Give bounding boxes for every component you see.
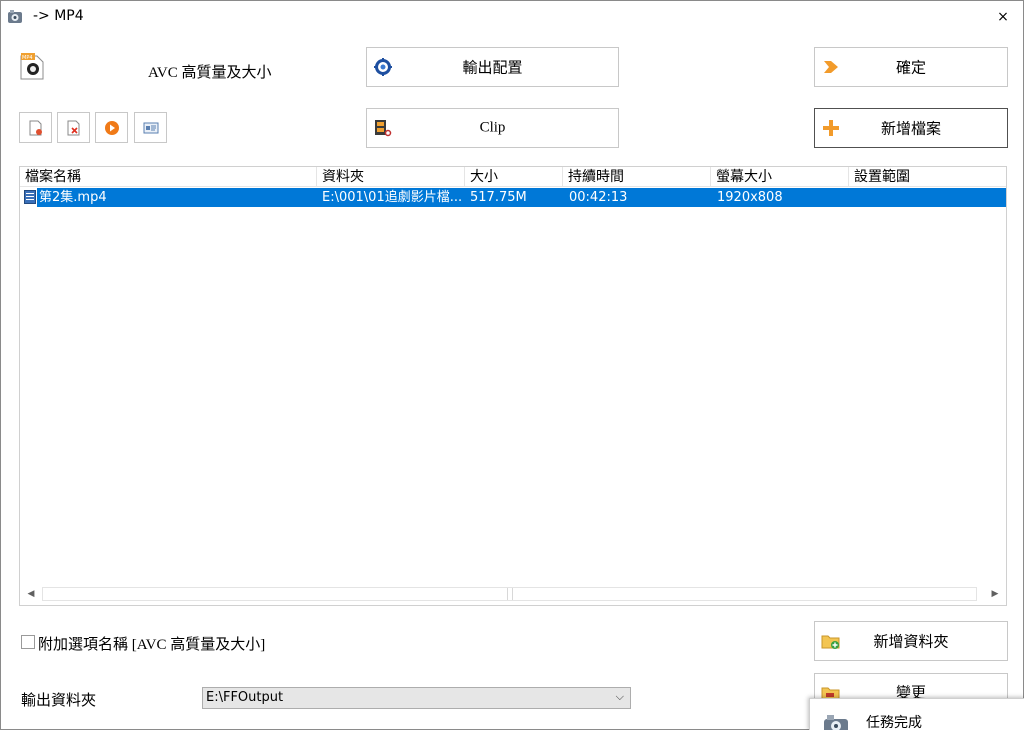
add-item-button[interactable]: [19, 112, 52, 143]
add-file-label: 新增檔案: [880, 121, 941, 138]
play-button[interactable]: [95, 112, 128, 143]
add-folder-label: 新增資料夾: [873, 634, 949, 651]
scroll-right-arrow-icon[interactable]: ▶: [988, 587, 1002, 601]
info-icon: [143, 122, 159, 134]
add-folder-button[interactable]: 新增資料夾: [814, 621, 1008, 661]
play-icon: [105, 121, 119, 135]
remove-item-icon: [67, 120, 80, 136]
title-bar[interactable]: -> MP4 ×: [1, 1, 1023, 33]
column-header-duration[interactable]: 持續時間: [563, 167, 711, 187]
cell-size: 517.75M: [470, 190, 527, 205]
output-folder-label: 輸出資料夾: [21, 693, 97, 709]
column-header-range[interactable]: 設置範圍: [849, 167, 1006, 187]
column-header-name[interactable]: 檔案名稱: [20, 167, 317, 187]
svg-text:MP4: MP4: [22, 55, 33, 61]
task-complete-toast[interactable]: 任務完成: [809, 698, 1024, 730]
add-file-button[interactable]: 新增檔案: [814, 108, 1008, 148]
column-header-resolution[interactable]: 螢幕大小: [711, 167, 849, 187]
column-header-folder[interactable]: 資料夾: [317, 167, 465, 187]
checkbox-box[interactable]: [21, 635, 35, 649]
cell-name: 第2集.mp4: [39, 190, 107, 205]
horizontal-scrollbar[interactable]: ◀ ▶: [20, 583, 1006, 605]
cell-folder: E:\001\01追劇影片檔...: [322, 190, 463, 205]
remove-item-button[interactable]: [57, 112, 90, 143]
output-config-button[interactable]: 輸出配置: [366, 47, 619, 87]
ok-button[interactable]: 確定: [814, 47, 1008, 87]
mp4-file-icon: MP4: [20, 53, 44, 80]
cell-range: [854, 188, 1004, 207]
clip-label: Clip: [479, 119, 506, 136]
file-list[interactable]: 檔案名稱 資料夾 大小 持續時間 螢幕大小 設置範圍 第2集.mp4 E:\00…: [19, 166, 1007, 606]
profile-name: AVC 高質量及大小: [148, 65, 272, 81]
add-item-icon: [29, 120, 42, 136]
output-folder-select[interactable]: E:\FFOutput ⌵: [202, 687, 631, 709]
column-header-size[interactable]: 大小: [465, 167, 563, 187]
info-button[interactable]: [134, 112, 167, 143]
cell-duration: 00:42:13: [569, 190, 628, 205]
table-row[interactable]: 第2集.mp4 E:\001\01追劇影片檔... 517.75M 00:42:…: [37, 188, 1006, 207]
app-icon: [824, 715, 848, 730]
append-option-label: 附加選項名稱 [AVC 高質量及大小]: [38, 637, 266, 653]
toast-text: 任務完成: [866, 714, 922, 730]
output-folder-value: E:\FFOutput: [206, 690, 284, 705]
close-button[interactable]: ×: [993, 7, 1013, 27]
output-config-label: 輸出配置: [462, 60, 523, 77]
scroll-left-arrow-icon[interactable]: ◀: [24, 587, 38, 601]
chevron-down-icon[interactable]: ⌵: [616, 690, 624, 704]
scrollbar-grip: [507, 588, 513, 600]
clip-button[interactable]: Clip: [366, 108, 619, 148]
converter-window: -> MP4 × MP4 AVC 高質量及大小 輸出配置 確定 Clip 新增檔…: [0, 0, 1024, 730]
cell-resolution: 1920x808: [717, 190, 783, 205]
ok-label: 確定: [895, 60, 926, 77]
video-file-icon: [24, 190, 36, 204]
window-title: -> MP4: [33, 8, 84, 24]
list-header: 檔案名稱 資料夾 大小 持續時間 螢幕大小 設置範圍: [20, 167, 1006, 187]
app-icon: [8, 10, 22, 23]
